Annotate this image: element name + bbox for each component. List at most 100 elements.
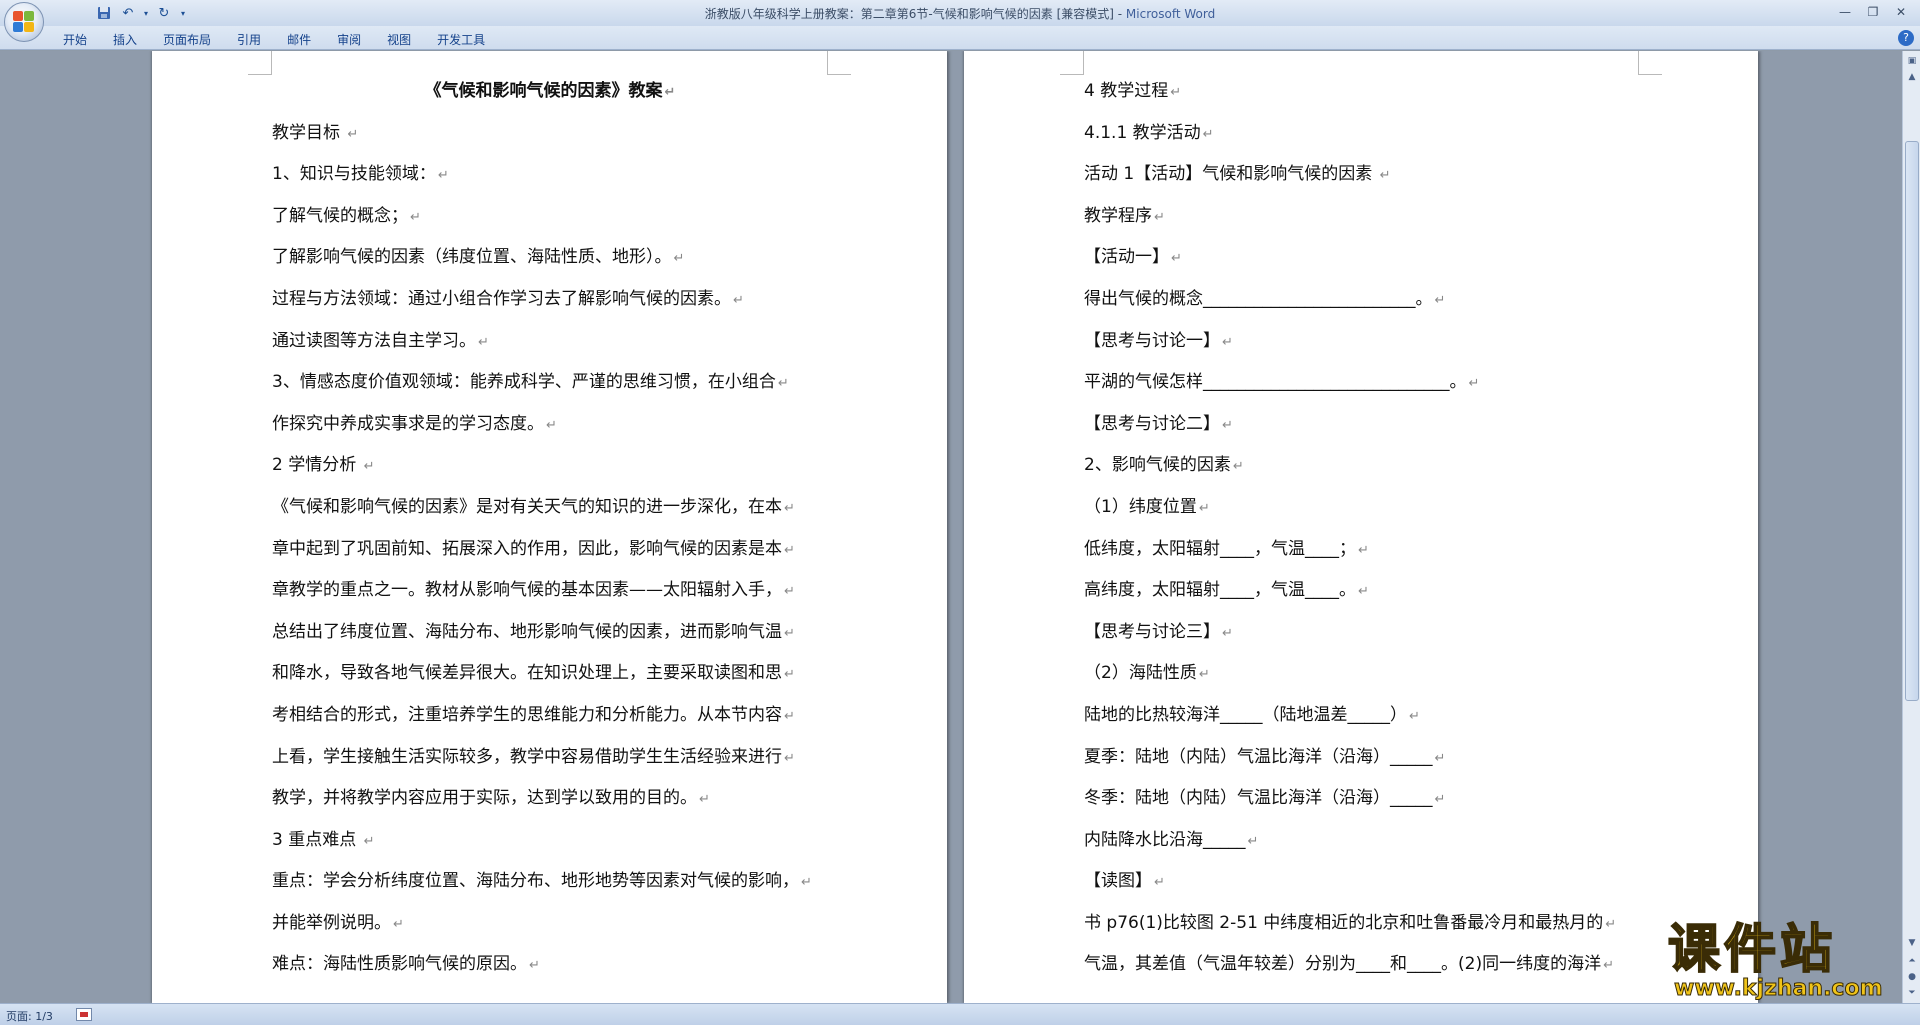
proofing-icon[interactable]: [76, 1008, 92, 1021]
paragraph-mark: ↵: [673, 251, 685, 267]
vertical-scrollbar[interactable]: ▣ ▲ ▼ ⏶ ● ⏷: [1902, 51, 1920, 1003]
document-line: 了解影响气候的因素（纬度位置、海陆性质、地形）。 ↵: [272, 237, 828, 279]
line-text: 通过读图等方法自主学习。: [272, 330, 476, 351]
line-text: 作探究中养成实事求是的学习态度。: [272, 413, 544, 434]
paragraph-mark: ↵: [784, 625, 795, 641]
paragraph-mark: ↵: [1434, 750, 1446, 766]
window-controls: — ❐ ✕: [1832, 2, 1914, 22]
restore-icon[interactable]: ❐: [1860, 2, 1886, 22]
margin-corner-mark: [1060, 51, 1084, 75]
line-text: （1）纬度位置: [1084, 496, 1197, 517]
paragraph-mark: ↵: [393, 916, 404, 932]
document-line: 过程与方法领域：通过小组合作学习去了解影响气候的因素。 ↵: [272, 279, 828, 321]
line-text: 内陆降水比沿海_____: [1084, 829, 1246, 850]
page-1[interactable]: 《气候和影响气候的因素》教案 ↵ 教学目标 ↵ 1、知识与技能领域： ↵ 了解气候的概念…: [152, 51, 947, 1003]
tab-mailings[interactable]: 邮件: [274, 29, 324, 50]
scroll-up-icon[interactable]: ▲: [1904, 69, 1920, 85]
paragraph-mark: ↵: [546, 417, 557, 433]
paragraph-mark: ↵: [363, 833, 375, 849]
line-text: 上看，学生接触生活实际较多，教学中容易借助学生生活经验来进行: [272, 746, 782, 767]
document-line: （1）纬度位置 ↵: [1084, 487, 1640, 529]
tab-references[interactable]: 引用: [224, 29, 274, 50]
tab-page-layout[interactable]: 页面布局: [150, 29, 224, 50]
line-text: 重点：学会分析纬度位置、海陆分布、地形地势等因素对气候的影响，: [272, 871, 799, 892]
line-text: 考相结合的形式，注重培养学生的思维能力和分析能力。从本节内容: [272, 704, 782, 725]
line-text: 并能举例说明。: [272, 912, 391, 933]
line-text: 书 p76(1)比较图 2-51 中纬度相近的北京和吐鲁番最冷月和最热月的: [1084, 912, 1604, 933]
document-line: 得出气候的概念_________________________。 ↵: [1084, 279, 1640, 321]
document-line: 【思考与讨论二】 ↵: [1084, 404, 1640, 446]
document-line: 气温，其差值（气温年较差）分别为____和____。(2)同一纬度的海洋 ↵: [1084, 944, 1640, 986]
document-line: 低纬度，太阳辐射____，气温____； ↵: [1084, 529, 1640, 571]
office-logo-icon: [13, 11, 35, 33]
page-1-text[interactable]: 《气候和影响气候的因素》教案 ↵ 教学目标 ↵ 1、知识与技能领域： ↵ 了解气候的概念…: [272, 71, 828, 986]
tab-home[interactable]: 开始: [50, 29, 100, 50]
line-text: 章教学的重点之一。教材从影响气候的基本因素——太阳辐射入手，: [272, 580, 782, 601]
title-separator: -: [1113, 7, 1126, 21]
document-line: 活动 1【活动】气候和影响气候的因素 ↵: [1084, 154, 1640, 196]
line-text: 【思考与讨论二】: [1084, 413, 1220, 434]
paragraph-mark: ↵: [1358, 584, 1369, 600]
paragraph-mark: ↵: [784, 708, 795, 724]
document-line: 冬季：陆地（内陆）气温比海洋（沿海）_____ ↵: [1084, 778, 1640, 820]
line-text: 2、影响气候的因素: [1084, 455, 1231, 476]
paragraph-mark: ↵: [1358, 542, 1369, 558]
document-line: 3、情感态度价值观领域：能养成科学、严谨的思维习惯，在小组合 ↵: [272, 362, 828, 404]
paragraph-mark: ↵: [1222, 625, 1233, 641]
paragraph-mark: ↵: [1468, 376, 1480, 392]
scroll-thumb[interactable]: [1905, 141, 1919, 701]
line-text: 总结出了纬度位置、海陆分布、地形影响气候的因素，进而影响气温: [272, 621, 782, 642]
paragraph-mark: ↵: [1198, 667, 1210, 683]
ribbon-tab-bar: 开始 插入 页面布局 引用 邮件 审阅 视图 开发工具 ?: [0, 26, 1920, 50]
page-2[interactable]: 4 教学过程 ↵ 4.1.1 教学活动 ↵ 活动 1【活动】气候和影响气候的因素 ↵ 教学…: [964, 51, 1758, 1003]
paragraph-mark: ↵: [1171, 251, 1182, 267]
document-line: 高纬度，太阳辐射____，气温____。 ↵: [1084, 570, 1640, 612]
paragraph-mark: ↵: [1170, 85, 1182, 100]
document-line: （2）海陆性质 ↵: [1084, 653, 1640, 695]
document-line: 教学，并将教学内容应用于实际，达到学以致用的目的。 ↵: [272, 778, 828, 820]
watermark-logo: 课件站 www.kjzhan.com: [1667, 921, 1908, 1000]
help-icon[interactable]: ?: [1898, 30, 1914, 46]
document-line: 重点：学会分析纬度位置、海陆分布、地形地势等因素对气候的影响， ↵: [272, 861, 828, 903]
close-icon[interactable]: ✕: [1888, 2, 1914, 22]
paragraph-mark: ↵: [784, 542, 795, 558]
paragraph-mark: ↵: [1198, 500, 1210, 516]
paragraph-mark: ↵: [347, 126, 359, 142]
document-line: 【思考与讨论三】 ↵: [1084, 612, 1640, 654]
tab-developer[interactable]: 开发工具: [424, 29, 498, 50]
line-text: 【读图】: [1084, 871, 1152, 892]
paragraph-mark: ↵: [1247, 833, 1259, 849]
line-text: 2 学情分析: [272, 455, 362, 476]
line-text: 难点：海陆性质影响气候的原因。: [272, 954, 527, 975]
document-line: 【活动一】 ↵: [1084, 237, 1640, 279]
document-line: 教学程序 ↵: [1084, 196, 1640, 238]
document-area[interactable]: 《气候和影响气候的因素》教案 ↵ 教学目标 ↵ 1、知识与技能领域： ↵ 了解气候的概念…: [0, 51, 1902, 1003]
document-line: 4 教学过程 ↵: [1084, 71, 1640, 113]
document-line: 2、影响气候的因素 ↵: [1084, 445, 1640, 487]
paragraph-mark: ↵: [1232, 459, 1244, 475]
minimize-icon[interactable]: —: [1832, 2, 1858, 22]
office-button[interactable]: [4, 2, 44, 42]
tab-review[interactable]: 审阅: [324, 29, 374, 50]
line-text: 1、知识与技能领域：: [272, 164, 436, 185]
paragraph-mark: ↵: [1222, 334, 1233, 350]
document-line: 了解气候的概念； ↵: [272, 196, 828, 238]
window-title: 浙教版八年级科学上册教案：第二章第6节-气候和影响气候的因素 [兼容模式] - …: [0, 5, 1920, 22]
document-line: 夏季：陆地（内陆）气温比海洋（沿海）_____ ↵: [1084, 737, 1640, 779]
paragraph-mark: ↵: [801, 875, 812, 891]
tab-insert[interactable]: 插入: [100, 29, 150, 50]
tab-view[interactable]: 视图: [374, 29, 424, 50]
line-text: 高纬度，太阳辐射____，气温____。: [1084, 580, 1356, 601]
paragraph-mark: ↵: [437, 168, 449, 184]
line-text: 章中起到了巩固前知、拓展深入的作用，因此，影响气候的因素是本: [272, 538, 782, 559]
page-indicator[interactable]: 页面: 1/3: [6, 1008, 53, 1024]
line-text: 教学，并将教学内容应用于实际，达到学以致用的目的。: [272, 788, 697, 809]
document-line: 考相结合的形式，注重培养学生的思维能力和分析能力。从本节内容 ↵: [272, 695, 828, 737]
paragraph-mark: ↵: [410, 209, 421, 225]
page-2-text[interactable]: 4 教学过程 ↵ 4.1.1 教学活动 ↵ 活动 1【活动】气候和影响气候的因素 ↵ 教学…: [1084, 71, 1640, 986]
document-line: 《气候和影响气候的因素》是对有关天气的知识的进一步深化，在本 ↵: [272, 487, 828, 529]
document-line: 3 重点难点 ↵: [272, 820, 828, 862]
paragraph-mark: ↵: [1434, 292, 1446, 308]
status-bar: 页面: 1/3: [0, 1003, 1920, 1025]
ruler-toggle-icon[interactable]: ▣: [1904, 53, 1920, 69]
